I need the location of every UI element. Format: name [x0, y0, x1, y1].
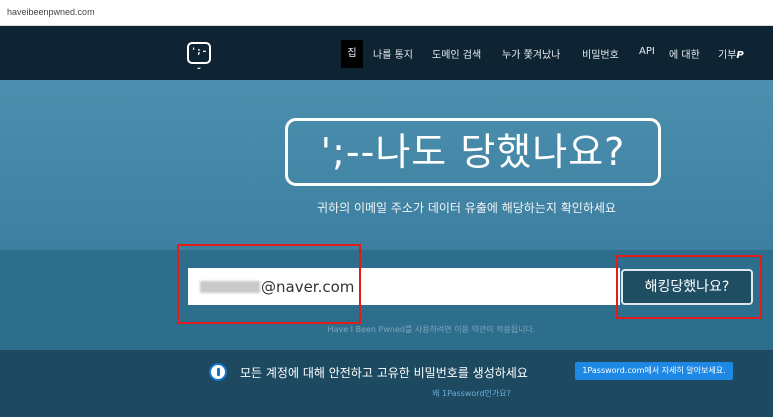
donate-label: 기부	[718, 50, 737, 61]
annotation-box-button	[616, 255, 762, 319]
nav-item-domain-search[interactable]: 도메인 검색	[432, 46, 481, 61]
password-manager-promo: 모든 계정에 대해 안전하고 고유한 비밀번호를 생성하세요 1Password…	[0, 350, 773, 417]
nav-item-home[interactable]: 집	[341, 40, 363, 68]
nav-item-donate[interactable]: 기부P	[718, 46, 744, 61]
nav-item-api[interactable]: API	[639, 46, 655, 57]
hero-section: ';--나도 당했나요? 귀하의 이메일 주소가 데이터 유출에 해당하는지 확…	[0, 80, 773, 250]
promo-text: 모든 계정에 대해 안전하고 고유한 비밀번호를 생성하세요	[240, 366, 528, 380]
paypal-icon: P	[736, 50, 744, 61]
hero-title-box: ';--나도 당했나요?	[285, 118, 661, 186]
nav-item-who-been-pwned[interactable]: 누가 쫓겨났나	[502, 46, 560, 61]
site-logo[interactable]: ';--	[187, 42, 211, 74]
nav-item-notify-me[interactable]: 나를 통지	[373, 46, 413, 61]
why-onepassword-link[interactable]: 왜 1Password인가요?	[0, 388, 773, 399]
nav-item-about[interactable]: 에 대한	[669, 46, 700, 61]
hero-subtitle: 귀하의 이메일 주소가 데이터 유출에 해당하는지 확인하세요	[317, 201, 616, 215]
top-navigation: ';-- 집 나를 통지 도메인 검색 누가 쫓겨났나 비밀번호 API 에 대…	[0, 26, 773, 80]
page-title: ';--나도 당했나요?	[320, 130, 626, 174]
promo-learn-more-button[interactable]: 1Password.com에서 자세히 알아보세요.	[575, 362, 733, 380]
terms-notice[interactable]: Have I Been Pwned를 사용하려면 이용 약관이 적용됩니다.	[0, 324, 773, 335]
onepassword-icon	[209, 363, 227, 381]
annotation-box-email	[177, 244, 361, 324]
url-text: haveibeenpwned.com	[7, 7, 95, 17]
search-section: @naver.com 해킹당했나요? Have I Been Pwned를 사용…	[0, 244, 773, 350]
browser-address-bar[interactable]: haveibeenpwned.com	[0, 0, 773, 26]
nav-item-passwords[interactable]: 비밀번호	[582, 46, 619, 61]
